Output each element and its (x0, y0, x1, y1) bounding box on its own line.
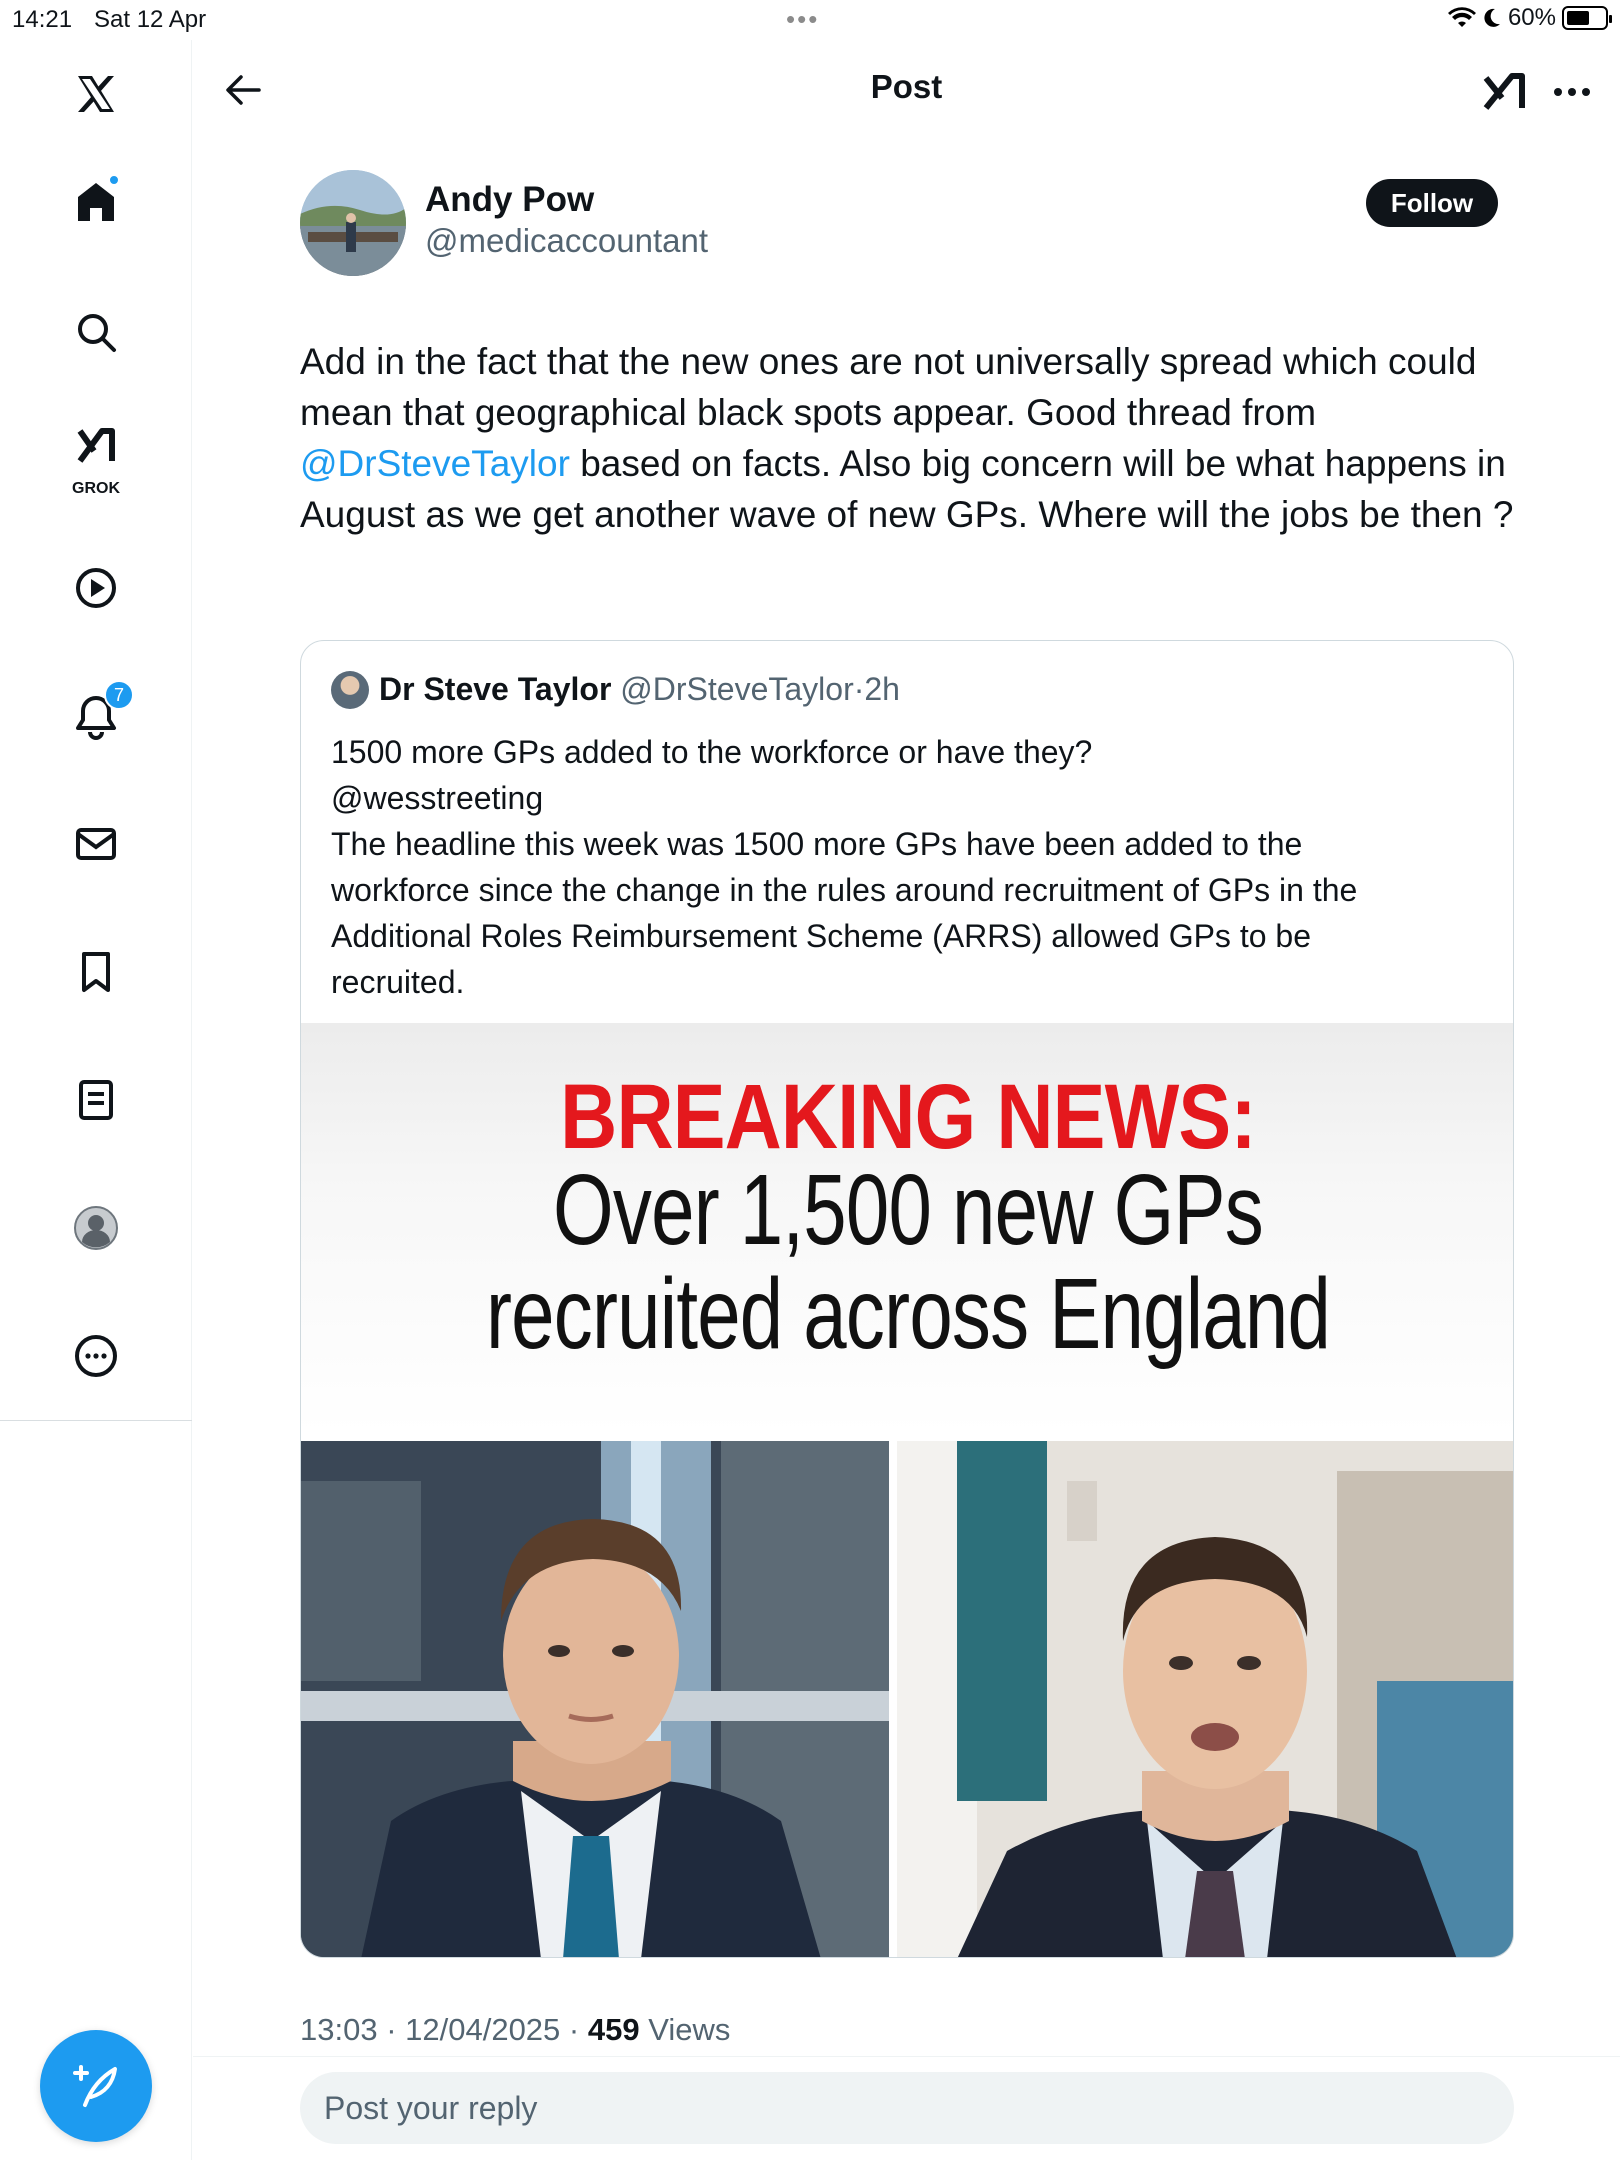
quote-author-handle: @DrSteveTaylor (620, 671, 854, 707)
reply-input[interactable] (300, 2072, 1514, 2144)
battery-icon (1562, 6, 1612, 30)
post-header: Post (193, 40, 1620, 140)
quote-line: Additional Roles Reimbursement Scheme (A… (331, 918, 1311, 954)
status-time: 14:21 (12, 6, 73, 33)
grok-explain-button[interactable] (1476, 64, 1532, 120)
quote-line: @wesstreeting (331, 780, 544, 816)
more-options-button[interactable] (1544, 64, 1600, 120)
x-logo-icon[interactable] (66, 64, 126, 124)
profile-icon[interactable] (66, 1198, 126, 1258)
search-icon[interactable] (66, 302, 126, 362)
multitasking-dots-icon[interactable]: ••• (786, 6, 819, 32)
video-icon[interactable] (66, 558, 126, 618)
compose-post-icon (73, 2065, 117, 2107)
quote-line: recruited. (331, 964, 465, 1000)
author-name[interactable]: Andy Pow (425, 180, 594, 220)
news-anchor-photo (301, 1441, 889, 1957)
quote-age: 2h (864, 671, 900, 707)
reply-composer[interactable] (300, 2072, 1514, 2144)
news-headline-line: Over 1,500 new GPs (553, 1154, 1264, 1266)
ellipsis-icon (1554, 88, 1590, 96)
news-banner: BREAKING NEWS: Over 1,500 new GPs recrui… (301, 1023, 1513, 1435)
quote-line: The headline this week was 1500 more GPs… (331, 826, 1303, 862)
compose-post-button[interactable] (40, 2030, 152, 2142)
quote-text: 1500 more GPs added to the workforce or … (331, 729, 1481, 1005)
moon-icon (1484, 8, 1500, 27)
minister-photo (897, 1441, 1513, 1957)
post-time[interactable]: 13:03 (300, 2012, 378, 2047)
home-icon[interactable] (66, 172, 126, 232)
quote-line: workforce since the change in the rules … (331, 872, 1358, 908)
status-bar: 14:21 Sat 12 Apr ••• 60% (0, 0, 1620, 40)
post-text-part: Add in the fact that the new ones are no… (300, 341, 1477, 433)
more-icon[interactable] (66, 1326, 126, 1386)
post-meta: 13:03 · 12/04/2025 · 459 Views (300, 2012, 731, 2047)
follow-button[interactable]: Follow (1366, 179, 1498, 227)
quote-author-name: Dr Steve Taylor (379, 671, 612, 707)
post-date[interactable]: 12/04/2025 (405, 2012, 560, 2047)
avatar-photo (300, 170, 406, 276)
views-label: Views (648, 2012, 731, 2047)
reply-divider (193, 2056, 1620, 2057)
post-text: Add in the fact that the new ones are no… (300, 336, 1520, 540)
quoted-post[interactable]: Dr Steve Taylor @DrSteveTaylor·2h 1500 m… (300, 640, 1514, 1958)
wifi-icon (1447, 7, 1476, 27)
grok-icon[interactable]: GROK (66, 416, 126, 497)
page-title: Post (870, 68, 943, 105)
quote-media-image[interactable]: BREAKING NEWS: Over 1,500 new GPs recrui… (301, 1023, 1513, 1957)
status-date: Sat 12 Apr (94, 6, 207, 33)
photo-divider (889, 1441, 897, 1957)
sidebar: GROK 7 (0, 40, 192, 2160)
views-count: 459 (587, 2012, 640, 2047)
battery-percent: 60% (1507, 4, 1556, 31)
home-unread-dot (108, 174, 120, 186)
quote-header: Dr Steve Taylor @DrSteveTaylor·2h (379, 671, 900, 708)
status-indicators: 60% (1447, 4, 1612, 32)
grok-icon (1483, 73, 1525, 110)
lists-icon[interactable] (66, 1070, 126, 1130)
notifications-badge: 7 (104, 680, 134, 710)
bookmarks-icon[interactable] (66, 942, 126, 1002)
quote-author-avatar (331, 671, 369, 709)
quote-separator: · (853, 671, 865, 707)
author-handle[interactable]: @medicaccountant (425, 222, 708, 260)
quote-line: 1500 more GPs added to the workforce or … (331, 734, 1093, 770)
news-headline-line: recruited across England (485, 1258, 1331, 1370)
author-avatar[interactable] (300, 170, 406, 276)
messages-icon[interactable] (66, 814, 126, 874)
mention-link[interactable]: @DrSteveTaylor (300, 443, 570, 484)
sidebar-divider (0, 1420, 192, 1421)
notifications-icon[interactable]: 7 (66, 680, 134, 746)
battery-fill (1567, 11, 1589, 25)
grok-label: GROK (72, 480, 120, 497)
